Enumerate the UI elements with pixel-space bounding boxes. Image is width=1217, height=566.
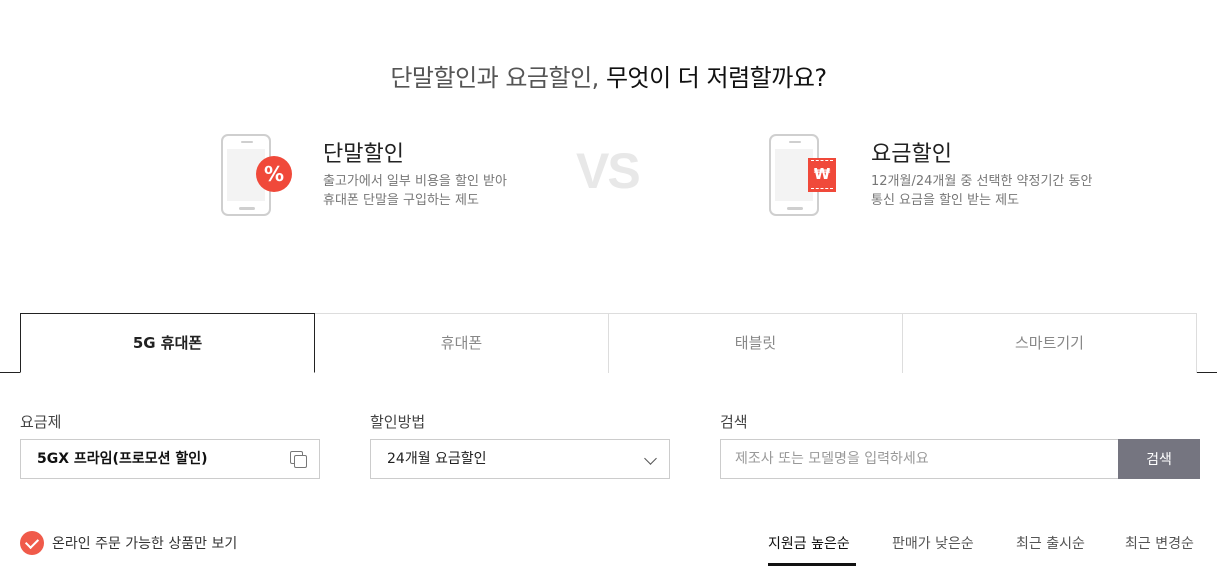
search-label: 검색	[720, 413, 748, 431]
tab-smart-device[interactable]: 스마트기기	[902, 313, 1197, 373]
discount-method-value: 24개월 요금할인	[387, 451, 487, 467]
online-only-label: 온라인 주문 가능한 상품만 보기	[52, 536, 238, 552]
won-receipt-icon: ₩	[808, 158, 836, 192]
device-tabs: 5G 휴대폰 휴대폰 태블릿 스마트기기	[20, 313, 1197, 373]
percent-badge-icon: %	[256, 156, 292, 192]
tab-tablet[interactable]: 태블릿	[608, 313, 903, 373]
copy-icon[interactable]	[290, 451, 307, 468]
discount-method-label: 할인방법	[370, 413, 426, 431]
discount-method-select[interactable]: 24개월 요금할인	[370, 439, 670, 479]
plan-select[interactable]: 5GX 프라임(프로모션 할인)	[20, 439, 320, 479]
device-discount-desc: 출고가에서 일부 비용을 할인 받아 휴대폰 단말을 구입하는 제도	[323, 174, 507, 208]
plan-value: 5GX 프라임(프로모션 할인)	[37, 451, 208, 467]
tab-phone[interactable]: 휴대폰	[314, 313, 609, 373]
search-button[interactable]: 검색	[1118, 439, 1200, 479]
sort-subsidy-high[interactable]: 지원금 높은순	[768, 533, 850, 553]
discount-comparison: % 단말할인 출고가에서 일부 비용을 할인 받아 휴대폰 단말을 구입하는 제…	[0, 130, 1217, 225]
sort-newest[interactable]: 최근 출시순	[1016, 533, 1085, 553]
device-discount-title: 단말할인	[323, 142, 404, 167]
check-icon[interactable]	[20, 531, 44, 555]
sort-price-low[interactable]: 판매가 낮은순	[892, 533, 974, 553]
chevron-down-icon	[644, 452, 657, 465]
rate-discount-title: 요금할인	[871, 142, 952, 167]
vs-label: VS	[576, 143, 641, 199]
page-headline: 단말할인과 요금할인, 무엇이 더 저렴할까요?	[390, 64, 827, 92]
sort-recently-changed[interactable]: 최근 변경순	[1125, 533, 1194, 553]
plan-label: 요금제	[20, 413, 62, 431]
tab-5g-phone[interactable]: 5G 휴대폰	[20, 313, 315, 373]
search-input[interactable]	[720, 439, 1119, 479]
rate-discount-desc: 12개월/24개월 중 선택한 약정기간 동안 통신 요금을 할인 받는 제도	[871, 174, 1093, 208]
